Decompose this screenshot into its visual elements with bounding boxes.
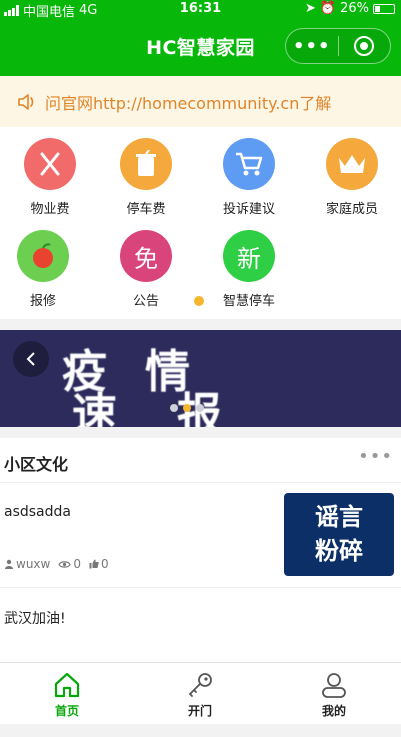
target-icon xyxy=(354,36,375,56)
views: 0 xyxy=(58,557,81,571)
grid-item-parking-fee[interactable]: 停车费 xyxy=(96,127,196,217)
article-title: asdsadda xyxy=(4,504,71,520)
bottom-safe-area xyxy=(0,724,401,737)
tab-home[interactable]: 首页 xyxy=(0,663,134,725)
banner-prev-button[interactable] xyxy=(13,341,49,377)
grid-item-repair[interactable]: 报修 xyxy=(0,219,93,309)
section-title: 小区文化 xyxy=(4,455,69,474)
likes: 0 xyxy=(89,557,109,571)
like-count: 0 xyxy=(100,557,109,571)
thumb-line2: 粉碎 xyxy=(315,537,363,565)
tab-profile[interactable]: 我的 xyxy=(267,663,401,725)
apple-icon xyxy=(17,230,69,282)
author: wuxw xyxy=(4,557,50,571)
grid-item-label: 公告 xyxy=(132,294,159,309)
author-name: wuxw xyxy=(16,557,51,571)
cart-icon xyxy=(223,138,275,190)
view-count: 0 xyxy=(73,557,81,571)
notice-text: 问官网http://homecommunity.cn了解 xyxy=(45,93,332,113)
grid-item-label: 投诉建议 xyxy=(222,202,275,217)
key-icon xyxy=(188,673,212,697)
home-icon xyxy=(54,672,80,698)
article-thumbnail: 谣言 粉碎 xyxy=(284,493,394,576)
speaker-icon xyxy=(18,93,34,110)
user-small-icon xyxy=(5,559,13,569)
grid-item-label: 物业费 xyxy=(30,202,70,217)
grid-item-complaint[interactable]: 投诉建议 xyxy=(199,127,299,217)
banner-line2: 速报 xyxy=(72,388,283,427)
article-item[interactable]: 武汉加油! xyxy=(0,589,401,662)
service-grid: 物业费 停车费 投诉建议 家庭成员 报修 免 公告 新 智慧停车 xyxy=(0,127,401,319)
tab-open-door[interactable]: 开门 xyxy=(133,663,267,725)
article-item[interactable]: asdsadda wuxw 0 0 谣言 粉碎 xyxy=(0,484,401,588)
grid-item-announcement[interactable]: 免 公告 xyxy=(96,219,196,309)
grid-item-smart-parking[interactable]: 新 智慧停车 xyxy=(199,219,299,309)
fork-knife-icon xyxy=(24,138,76,190)
banner-dot-active xyxy=(183,404,191,412)
culture-section: 小区文化 ••• asdsadda wuxw 0 0 谣言 粉碎 武汉加油! xyxy=(0,438,401,662)
status-bar: 中国电信 4G 16:31 ➤ ⏰ 26% xyxy=(0,0,401,20)
article-title: 武汉加油! xyxy=(4,611,66,627)
eye-icon xyxy=(58,560,72,568)
grid-page-indicator xyxy=(194,296,204,306)
battery-percent: 26% xyxy=(340,1,369,16)
tab-label: 我的 xyxy=(321,704,346,718)
user-icon xyxy=(322,673,346,698)
menu-capsule: ••• xyxy=(285,28,391,64)
cup-icon xyxy=(120,138,172,190)
free-badge-icon: 免 xyxy=(120,230,172,282)
more-dots-icon[interactable]: ••• xyxy=(358,446,393,467)
chevron-left-icon xyxy=(26,352,35,366)
more-button[interactable]: ••• xyxy=(286,36,338,57)
tab-label: 开门 xyxy=(187,704,212,718)
thumbs-up-icon xyxy=(89,559,99,569)
article-meta: wuxw 0 0 xyxy=(4,557,109,571)
culture-header: 小区文化 ••• xyxy=(0,438,401,483)
top-bar: 中国电信 4G 16:31 ➤ ⏰ 26% HC智慧家园 ••• xyxy=(0,0,401,76)
banner-dot xyxy=(196,404,204,412)
notice-bar[interactable]: 问官网http://homecommunity.cn了解 xyxy=(0,76,401,127)
banner-dots xyxy=(170,404,204,412)
grid-item-label: 家庭成员 xyxy=(325,202,378,217)
close-miniprogram-button[interactable] xyxy=(338,36,390,56)
alarm-icon: ⏰ xyxy=(319,1,337,16)
grid-item-property-fee[interactable]: 物业费 xyxy=(0,127,100,217)
grid-item-label: 停车费 xyxy=(126,202,166,217)
tab-bar: 首页 开门 我的 xyxy=(0,662,401,724)
banner-dot xyxy=(170,404,178,412)
grid-item-family[interactable]: 家庭成员 xyxy=(302,127,401,217)
banner-carousel[interactable]: 疫情 速报 xyxy=(0,330,401,427)
grid-item-label: 智慧停车 xyxy=(222,294,275,309)
new-badge-icon: 新 xyxy=(223,230,275,282)
location-icon: ➤ xyxy=(305,1,316,16)
tab-label: 首页 xyxy=(54,704,79,718)
grid-item-label: 报修 xyxy=(29,294,56,309)
thumb-line1: 谣言 xyxy=(315,503,363,531)
battery-icon xyxy=(373,3,395,14)
crown-icon xyxy=(326,138,378,190)
